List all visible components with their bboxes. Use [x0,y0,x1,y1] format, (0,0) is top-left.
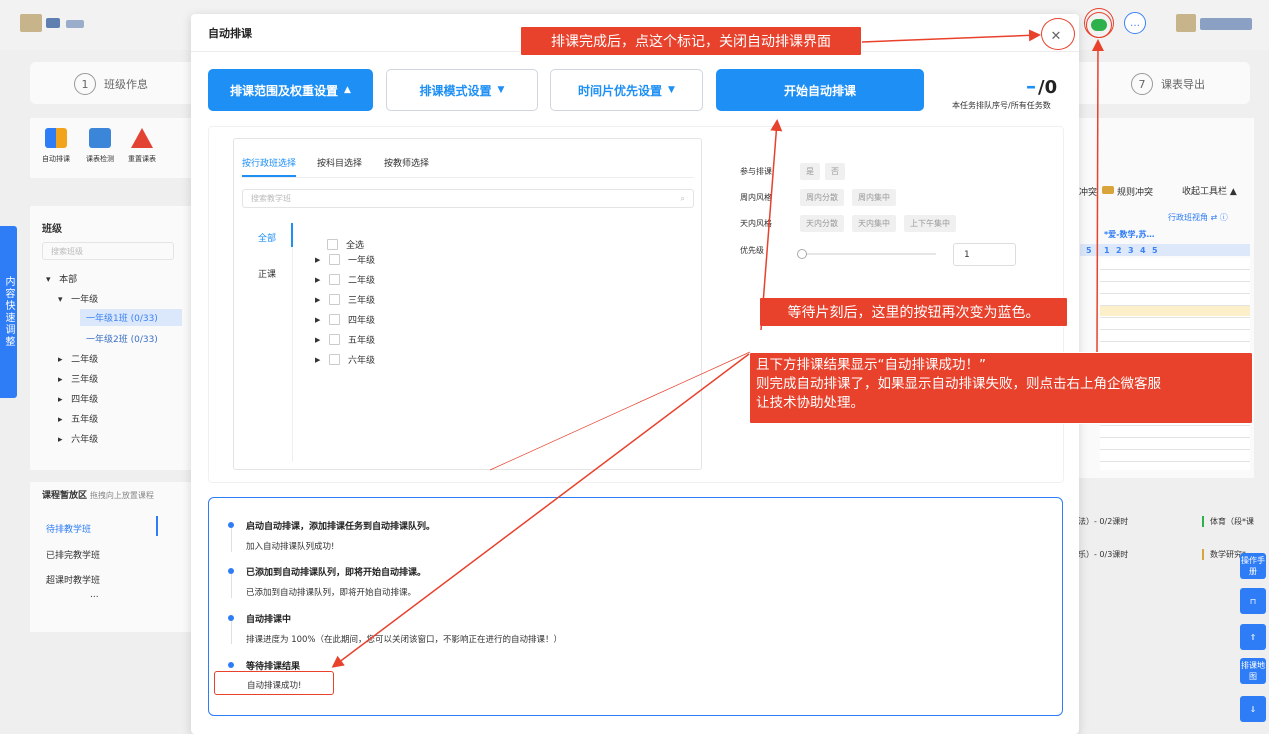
arrow-to-start-button [760,119,783,331]
arrow-to-wechat [1091,39,1104,353]
leader-line [489,351,751,471]
annotation-arrows [331,29,1104,668]
arrow-to-close [861,29,1041,43]
arrow-to-result [331,353,750,668]
